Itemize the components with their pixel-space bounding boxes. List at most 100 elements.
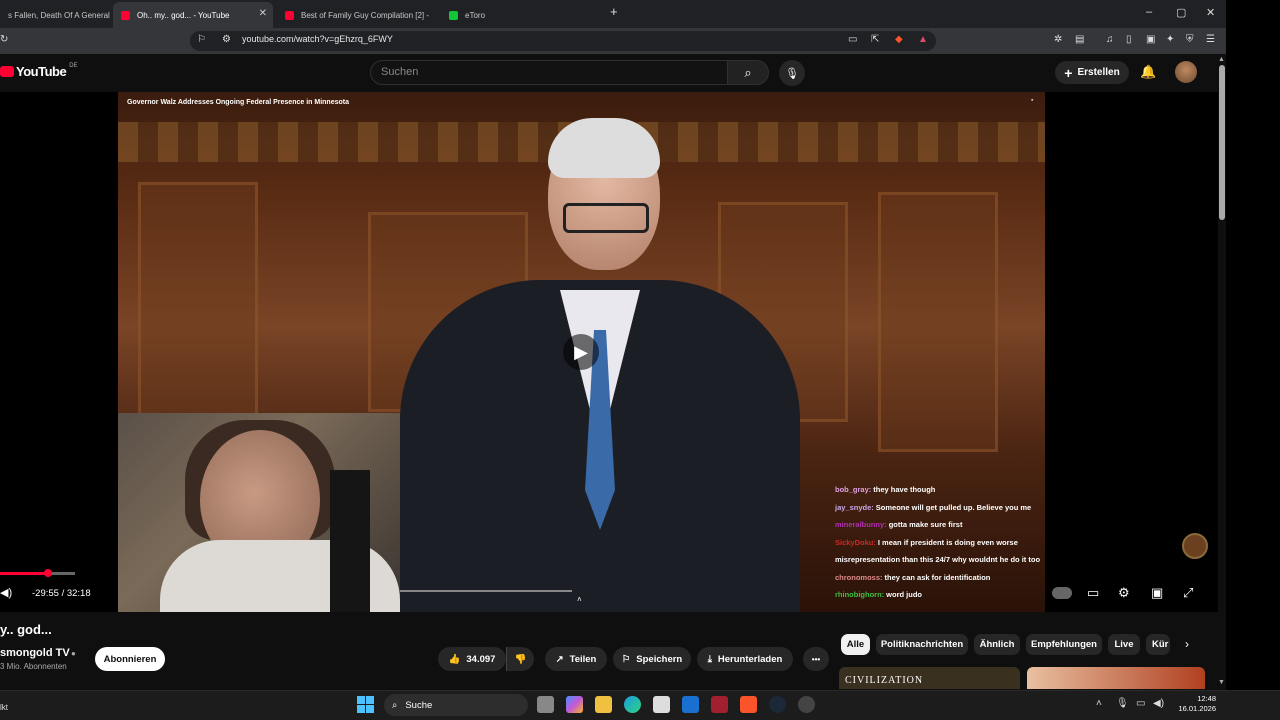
scrollbar-thumb[interactable] — [1219, 65, 1225, 220]
task-view-icon[interactable] — [537, 696, 554, 713]
vpn-icon[interactable]: ⛨ — [1186, 34, 1194, 45]
browser-tab[interactable]: Best of Family Guy Compilation [2] - — [277, 2, 437, 28]
dislike-button[interactable]: 👎 — [506, 647, 534, 671]
create-button[interactable]: + Erstellen — [1055, 61, 1129, 84]
speaker-volume-icon[interactable]: ◀) — [1153, 698, 1164, 709]
close-window-button[interactable]: ✕ — [1206, 6, 1215, 19]
save-label: Speichern — [636, 653, 683, 665]
chat-avatar — [1182, 533, 1208, 559]
app-icon[interactable] — [711, 696, 728, 713]
close-tab-icon[interactable]: ✕ — [259, 8, 267, 19]
share-button[interactable]: ↗ Teilen — [545, 647, 607, 671]
inner-progress-bar — [400, 590, 572, 592]
like-button[interactable]: 👍 34.097 — [438, 647, 506, 671]
chip-political-news[interactable]: Politiknachrichten — [876, 634, 968, 655]
youtube-favicon-icon — [121, 10, 130, 20]
thumbs-up-icon: 👍 — [448, 653, 461, 665]
account-avatar[interactable] — [1175, 61, 1197, 83]
plus-icon: + — [1064, 64, 1073, 81]
play-button[interactable]: ▶ — [563, 334, 599, 370]
tab-search-icon[interactable]: ▤ — [1075, 34, 1084, 45]
site-info-icon[interactable]: ⚙ — [222, 34, 231, 45]
clock-date: 16.01.2026 — [1178, 704, 1216, 713]
etoro-favicon-icon — [449, 10, 458, 20]
browser-tab-active[interactable]: Oh.. my.. god... - YouTube ✕ — [113, 2, 273, 28]
save-button[interactable]: ⚐ Speichern — [613, 647, 691, 671]
fullscreen-icon[interactable]: ⤢ — [1183, 585, 1193, 601]
url-text[interactable]: youtube.com/watch?v=gEhzrq_6FWY — [242, 34, 393, 44]
download-button[interactable]: ⤓ Herunterladen — [697, 647, 793, 671]
chevron-up-icon[interactable]: ˄ — [577, 595, 582, 604]
copilot-icon[interactable] — [566, 696, 583, 713]
taskbar-search[interactable]: ⌕ Suche — [384, 694, 528, 716]
share-icon[interactable]: ⇱ — [871, 34, 879, 45]
sidebar-icon[interactable]: ▯ — [1126, 34, 1132, 45]
more-actions-button[interactable]: ••• — [803, 647, 829, 671]
new-tab-button[interactable]: + — [610, 4, 618, 19]
chat-message: jay_snyde: Someone will get pulled up. Be… — [835, 502, 1032, 512]
file-explorer-icon[interactable] — [595, 696, 612, 713]
youtube-logo[interactable]: YouTube DE — [0, 62, 78, 79]
notifications-bell-icon[interactable]: 🔔 — [1140, 64, 1156, 80]
start-windows-icon[interactable] — [357, 696, 374, 713]
chip-similar[interactable]: Ähnlich — [974, 634, 1020, 655]
brave-shield-icon[interactable]: ◆ — [895, 34, 903, 45]
chip-recommendations[interactable]: Empfehlungen — [1026, 634, 1102, 655]
menu-icon[interactable]: ☰ — [1206, 34, 1215, 45]
chat-message: chronomoss: they can ask for identificati… — [835, 572, 991, 582]
chip-more[interactable]: Kür — [1146, 634, 1170, 655]
scroll-down-icon[interactable]: ▼ — [1218, 679, 1225, 686]
brave-rewards-icon[interactable]: ▲ — [918, 34, 928, 45]
microphone-icon[interactable]: 🎙 — [1116, 698, 1129, 709]
browser-tab[interactable]: eToro — [441, 2, 601, 28]
subtitles-icon[interactable]: ▭ — [1087, 585, 1099, 601]
voice-search-button[interactable]: 🎙 — [779, 60, 805, 86]
progress-bar-fill — [0, 572, 48, 575]
search-button[interactable]: ⌕ — [727, 60, 769, 85]
search-input[interactable]: Suchen — [370, 60, 728, 85]
autoplay-toggle[interactable] — [1052, 587, 1072, 599]
chip-all[interactable]: Alle — [841, 634, 870, 655]
leo-ai-icon[interactable]: ✦ — [1166, 34, 1174, 45]
cast-icon[interactable]: ▭ — [848, 34, 857, 45]
subscribe-button[interactable]: Abonnieren — [95, 647, 165, 671]
recommended-thumbnail[interactable]: CIVILIZATION — [839, 667, 1020, 689]
network-icon[interactable]: ▭ — [1136, 698, 1145, 709]
wallet-icon[interactable]: ▣ — [1146, 34, 1155, 45]
media-icon[interactable]: ♫ — [1106, 34, 1114, 45]
chevron-right-icon[interactable]: › — [1185, 637, 1189, 651]
brave-browser-icon[interactable] — [740, 696, 757, 713]
clock-time: 12:48 — [1197, 694, 1216, 703]
tray-overflow-icon[interactable]: ˄ — [1096, 698, 1102, 709]
youtube-favicon-icon — [285, 10, 294, 20]
logo-region: DE — [69, 62, 78, 69]
bookmark-icon[interactable]: ⚐ — [197, 34, 206, 45]
scroll-up-icon[interactable]: ▲ — [1218, 56, 1225, 63]
reload-icon[interactable]: ↻ — [0, 34, 8, 45]
edge-icon[interactable] — [624, 696, 641, 713]
channel-name[interactable]: smongold TV — [0, 647, 70, 659]
mail-icon[interactable] — [682, 696, 699, 713]
progress-scrubber[interactable] — [44, 569, 52, 577]
volume-icon[interactable]: ◀) — [0, 586, 12, 599]
app-icon[interactable] — [798, 696, 815, 713]
store-icon[interactable] — [653, 696, 670, 713]
taskbar-clock[interactable]: 12:48 16.01.2026 — [1170, 694, 1216, 714]
subscriber-count: 3 Mio. Abonnenten — [0, 662, 67, 671]
video-title: y.. god... — [0, 622, 52, 637]
miniplayer-icon[interactable]: ▣ — [1151, 585, 1163, 601]
youtube-play-logo-icon — [0, 66, 14, 77]
minimize-button[interactable]: – — [1146, 6, 1152, 18]
browser-tab[interactable]: s Fallen, Death Of A General — [0, 2, 110, 28]
chip-live[interactable]: Live — [1108, 634, 1140, 655]
search-icon: ⌕ — [744, 64, 752, 80]
tab-label: eToro — [465, 10, 486, 20]
maximize-button[interactable]: ▢ — [1176, 6, 1186, 19]
tab-label: Best of Family Guy Compilation [2] - — [301, 10, 430, 20]
thumbnail-text: CIVILIZATION — [845, 675, 924, 686]
extensions-icon[interactable]: ✲ — [1054, 34, 1062, 45]
steam-icon[interactable] — [769, 696, 786, 713]
settings-gear-icon[interactable]: ⚙ — [1118, 585, 1130, 601]
recommended-thumbnail[interactable] — [1027, 667, 1205, 689]
chat-message: rhinobighorn: word judo — [835, 590, 922, 599]
